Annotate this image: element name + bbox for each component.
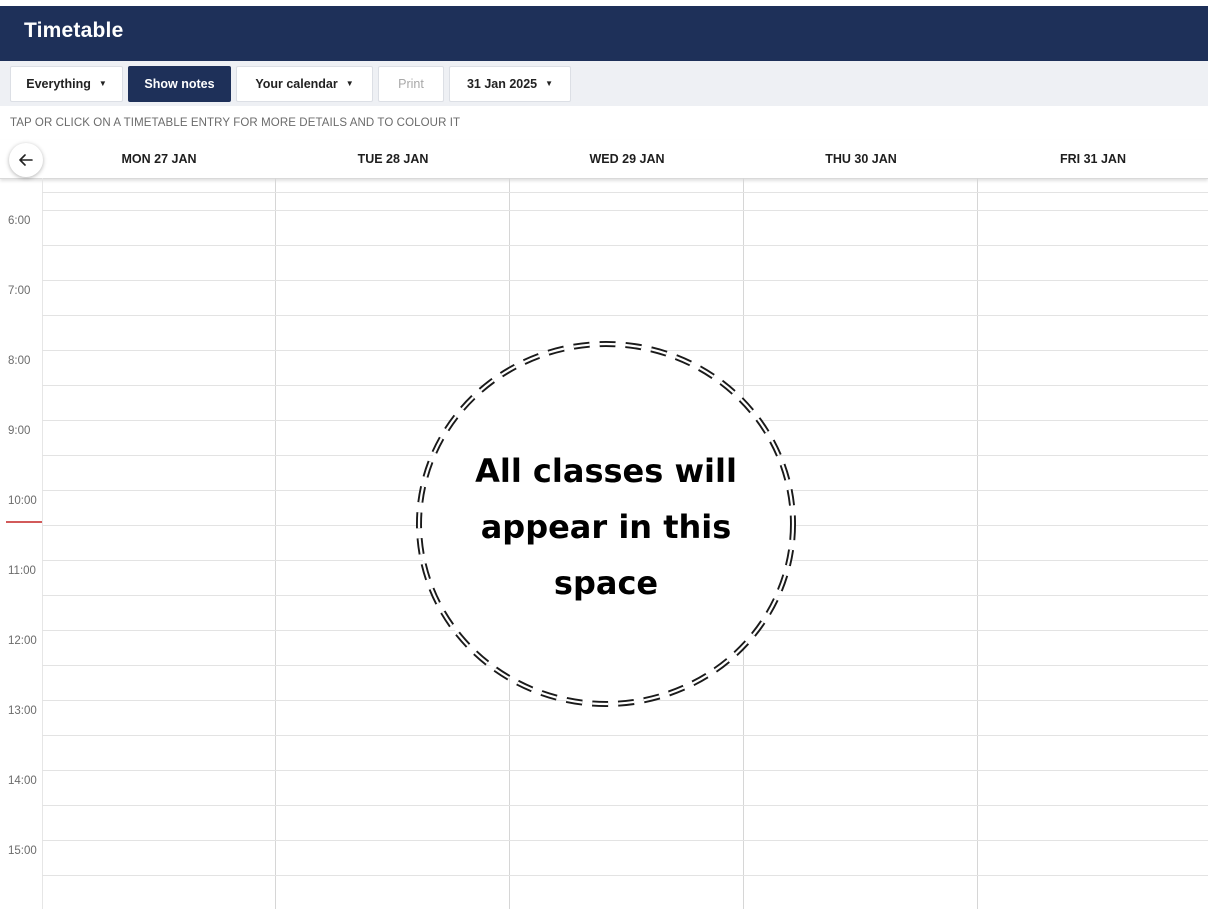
- classes-placeholder-callout: All classes will appear in this space: [416, 341, 796, 707]
- show-notes-label: Show notes: [144, 77, 215, 91]
- grid-row-line: [42, 875, 1208, 876]
- show-notes-button[interactable]: Show notes: [128, 66, 231, 102]
- arrow-left-icon: [19, 154, 33, 166]
- caret-down-icon: ▼: [98, 79, 107, 88]
- hour-label: 6:00: [8, 215, 31, 227]
- caret-down-icon: ▼: [545, 79, 554, 88]
- day-header-mon: MON 27 JAN: [121, 152, 197, 166]
- instruction-hint: TAP OR CLICK ON A TIMETABLE ENTRY FOR MO…: [10, 117, 461, 129]
- calendar-dropdown-button[interactable]: Your calendar ▼: [236, 66, 373, 102]
- hour-label: 15:00: [8, 845, 37, 857]
- grid-row-line: [42, 840, 1208, 841]
- hour-label: 14:00: [8, 775, 37, 787]
- day-header-thu: THU 30 JAN: [825, 152, 897, 166]
- grid-row-line: [42, 210, 1208, 211]
- calendar-label: Your calendar: [255, 77, 338, 91]
- day-header-tue: TUE 28 JAN: [357, 152, 429, 166]
- hour-label: 9:00: [8, 425, 31, 437]
- callout-text: All classes will appear in this space: [475, 452, 737, 602]
- app-title: Timetable: [24, 19, 124, 42]
- day-header-row: MON 27 JAN TUE 28 JAN WED 29 JAN THU 30 …: [0, 140, 1208, 179]
- grid-row-line: [42, 805, 1208, 806]
- day-header-fri: FRI 31 JAN: [1060, 152, 1126, 166]
- filter-dropdown-button[interactable]: Everything ▼: [10, 66, 123, 102]
- grid-row-line: [42, 280, 1208, 281]
- filter-label: Everything: [26, 77, 91, 91]
- grid-row-line: [42, 770, 1208, 771]
- grid-row-line: [42, 735, 1208, 736]
- grid-row-line: [42, 315, 1208, 316]
- hour-label: 13:00: [8, 705, 37, 717]
- grid-column-divider: [275, 178, 276, 909]
- date-picker-button[interactable]: 31 Jan 2025 ▼: [449, 66, 571, 102]
- date-label: 31 Jan 2025: [466, 77, 538, 91]
- grid-row-line: [42, 192, 1208, 193]
- hour-label: 8:00: [8, 355, 31, 367]
- grid-column-divider: [42, 178, 43, 909]
- caret-down-icon: ▼: [345, 79, 354, 88]
- hour-label: 10:00: [8, 495, 37, 507]
- day-header-wed: WED 29 JAN: [589, 152, 665, 166]
- grid-column-divider: [977, 178, 978, 909]
- app-header: Timetable: [0, 0, 1208, 61]
- print-label: Print: [398, 77, 424, 91]
- toolbar: Everything ▼ Show notes Your calendar ▼ …: [0, 61, 1208, 106]
- hour-label: 12:00: [8, 635, 37, 647]
- grid-row-line: [42, 245, 1208, 246]
- print-button[interactable]: Print: [378, 66, 444, 102]
- hour-label: 7:00: [8, 285, 31, 297]
- hour-label: 11:00: [8, 565, 36, 577]
- current-time-indicator: [6, 521, 42, 523]
- previous-week-button[interactable]: [9, 143, 43, 177]
